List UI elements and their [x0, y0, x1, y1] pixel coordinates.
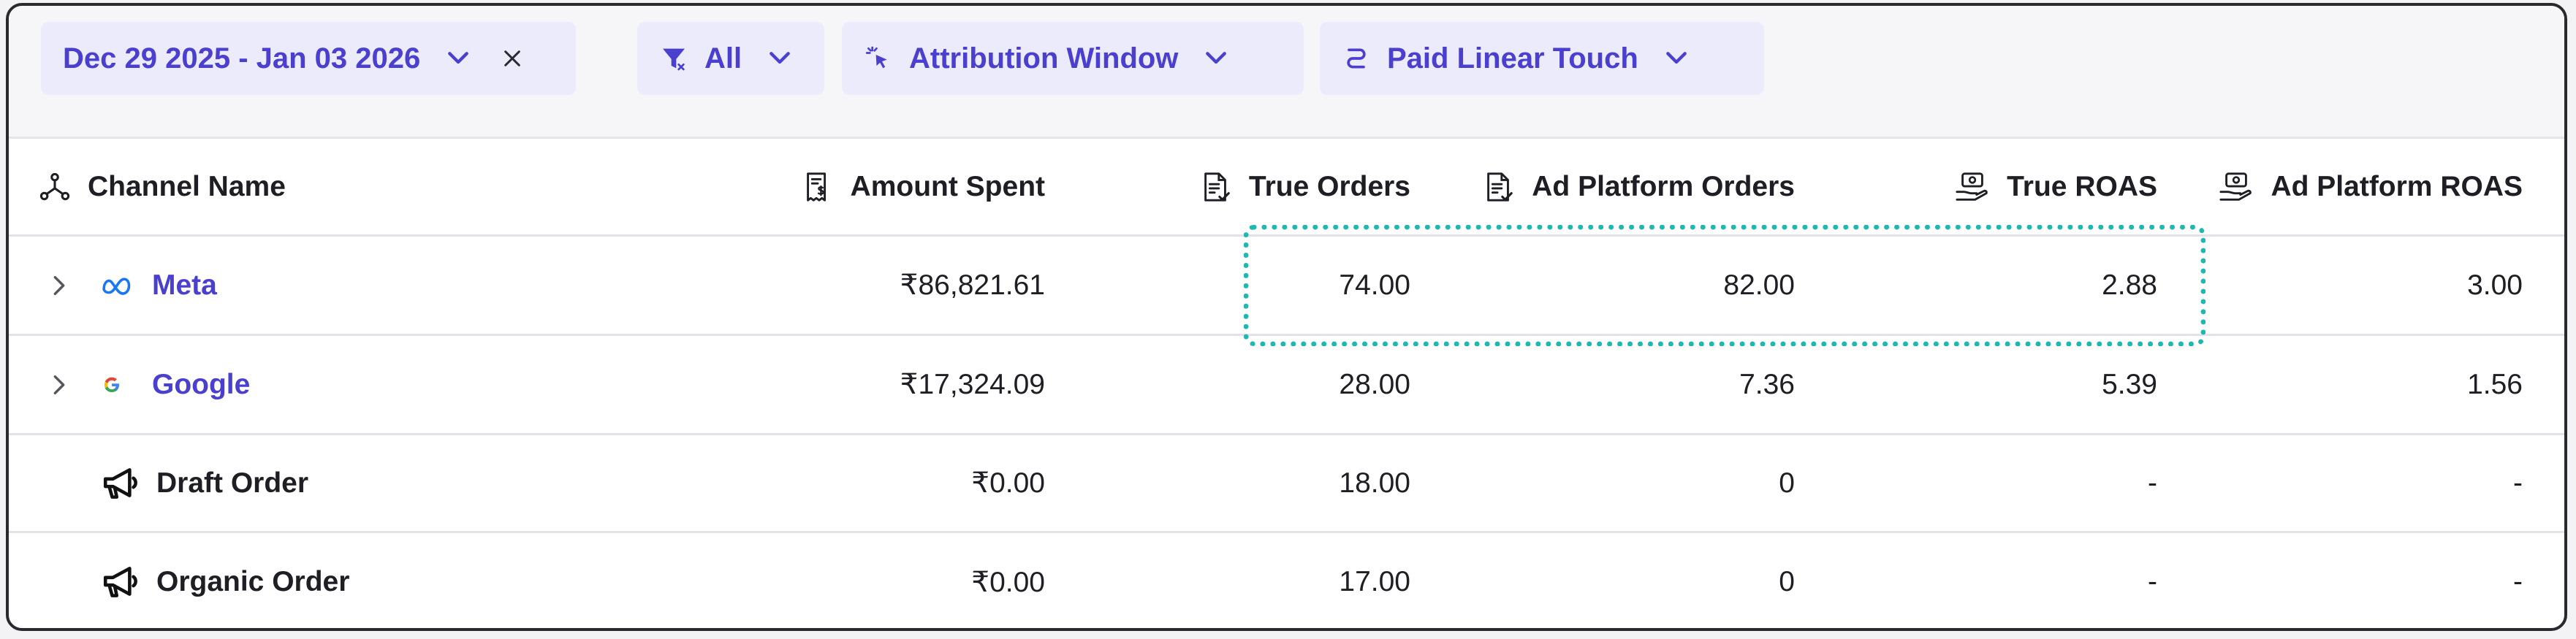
chevron-down-icon: [765, 44, 794, 73]
cursor-click-icon: [864, 44, 893, 73]
amount-spent-cell: ₹17,324.09: [900, 369, 1045, 400]
segment-filter-label: All: [704, 42, 742, 74]
chevron-down-icon[interactable]: [444, 44, 473, 73]
document-check-icon: [1482, 170, 1516, 204]
close-icon[interactable]: [501, 47, 524, 70]
money-hand-icon: [2218, 170, 2254, 204]
channel-label-organic-order: Organic Order: [156, 566, 350, 597]
true-orders-cell: 28.00: [1339, 368, 1410, 400]
attribution-window-label: Attribution Window: [909, 42, 1179, 74]
channel-link-meta[interactable]: Meta: [152, 269, 217, 302]
amount-spent-cell: ₹0.00: [971, 566, 1045, 598]
column-header-true-orders[interactable]: True Orders: [1076, 139, 1410, 234]
meta-logo-icon: [101, 275, 152, 296]
filter-icon: [659, 44, 688, 73]
column-header-label: Amount Spent: [850, 170, 1045, 202]
chevron-down-icon: [1662, 44, 1691, 73]
column-header-channel-name[interactable]: Channel Name: [38, 139, 696, 234]
true-roas-cell: 2.88: [2102, 269, 2157, 301]
column-header-ad-platform-orders[interactable]: Ad Platform Orders: [1441, 139, 1795, 234]
table-row[interactable]: Meta ₹86,821.61 74.00 82.00 2.88 3.00: [9, 237, 2564, 336]
channel-cell: Meta: [9, 237, 666, 334]
true-roas-cell: 5.39: [2102, 368, 2157, 400]
column-header-label: Ad Platform Orders: [1532, 170, 1795, 202]
column-header-label: Ad Platform ROAS: [2271, 170, 2523, 202]
table-header-row: Channel Name Amount Spent True Orders Ad…: [9, 139, 2564, 237]
megaphone-icon: [101, 564, 156, 600]
true-orders-cell: 17.00: [1339, 566, 1410, 597]
table-row[interactable]: Google ₹17,324.09 28.00 7.36 5.39 1.56: [9, 336, 2564, 435]
table-row[interactable]: Draft Order ₹0.00 18.00 0 - -: [9, 435, 2564, 533]
channel-link-google[interactable]: Google: [152, 369, 250, 401]
ad-platform-orders-cell: 0: [1779, 566, 1795, 597]
table-row[interactable]: Organic Order ₹0.00 17.00 0 - -: [9, 533, 2564, 628]
google-logo-icon: [101, 374, 152, 396]
route-icon: [1342, 44, 1371, 73]
segment-filter-dropdown[interactable]: All: [637, 22, 824, 95]
column-header-label: True ROAS: [2007, 170, 2157, 202]
channel-cell: Organic Order: [9, 533, 666, 628]
filter-toolbar: Dec 29 2025 - Jan 03 2026 All Attributio…: [9, 6, 2564, 139]
ad-platform-orders-cell: 0: [1779, 467, 1795, 499]
ad-platform-roas-cell: -: [2513, 467, 2523, 499]
column-header-true-roas[interactable]: True ROAS: [1821, 139, 2157, 234]
chevron-right-icon[interactable]: [47, 273, 91, 298]
column-header-amount-spent[interactable]: Amount Spent: [740, 139, 1045, 234]
date-range-label: Dec 29 2025 - Jan 03 2026: [63, 42, 421, 74]
receipt-icon: [801, 170, 835, 204]
attribution-model-dropdown[interactable]: Paid Linear Touch: [1320, 22, 1764, 95]
ad-platform-orders-cell: 82.00: [1723, 269, 1795, 301]
megaphone-icon: [101, 465, 156, 502]
channel-label-draft-order: Draft Order: [156, 467, 309, 499]
column-header-label: Channel Name: [88, 170, 286, 202]
channel-table: Channel Name Amount Spent True Orders Ad…: [9, 139, 2564, 628]
channel-cell: Google: [9, 336, 666, 433]
attribution-window-dropdown[interactable]: Attribution Window: [842, 22, 1304, 95]
date-range-picker[interactable]: Dec 29 2025 - Jan 03 2026: [41, 22, 576, 95]
amount-spent-cell: ₹0.00: [971, 467, 1045, 499]
channel-cell: Draft Order: [9, 435, 666, 531]
true-orders-cell: 18.00: [1339, 467, 1410, 499]
true-roas-cell: -: [2148, 566, 2157, 597]
network-icon: [38, 170, 72, 204]
amount-spent-cell: ₹86,821.61: [900, 269, 1045, 301]
chevron-down-icon: [1201, 44, 1231, 73]
chevron-right-icon[interactable]: [47, 372, 91, 397]
document-check-icon: [1199, 170, 1233, 204]
money-hand-icon: [1954, 170, 1991, 204]
true-orders-cell: 74.00: [1339, 269, 1410, 301]
attribution-model-label: Paid Linear Touch: [1387, 42, 1638, 74]
ad-platform-roas-cell: -: [2513, 566, 2523, 597]
ad-platform-roas-cell: 1.56: [2467, 368, 2523, 400]
true-roas-cell: -: [2148, 467, 2157, 499]
ad-platform-roas-cell: 3.00: [2467, 269, 2523, 301]
column-header-label: True Orders: [1248, 170, 1410, 202]
attribution-report-panel: Dec 29 2025 - Jan 03 2026 All Attributio…: [6, 3, 2567, 631]
ad-platform-orders-cell: 7.36: [1739, 368, 1795, 400]
column-header-ad-platform-roas[interactable]: Ad Platform ROAS: [2186, 139, 2523, 234]
